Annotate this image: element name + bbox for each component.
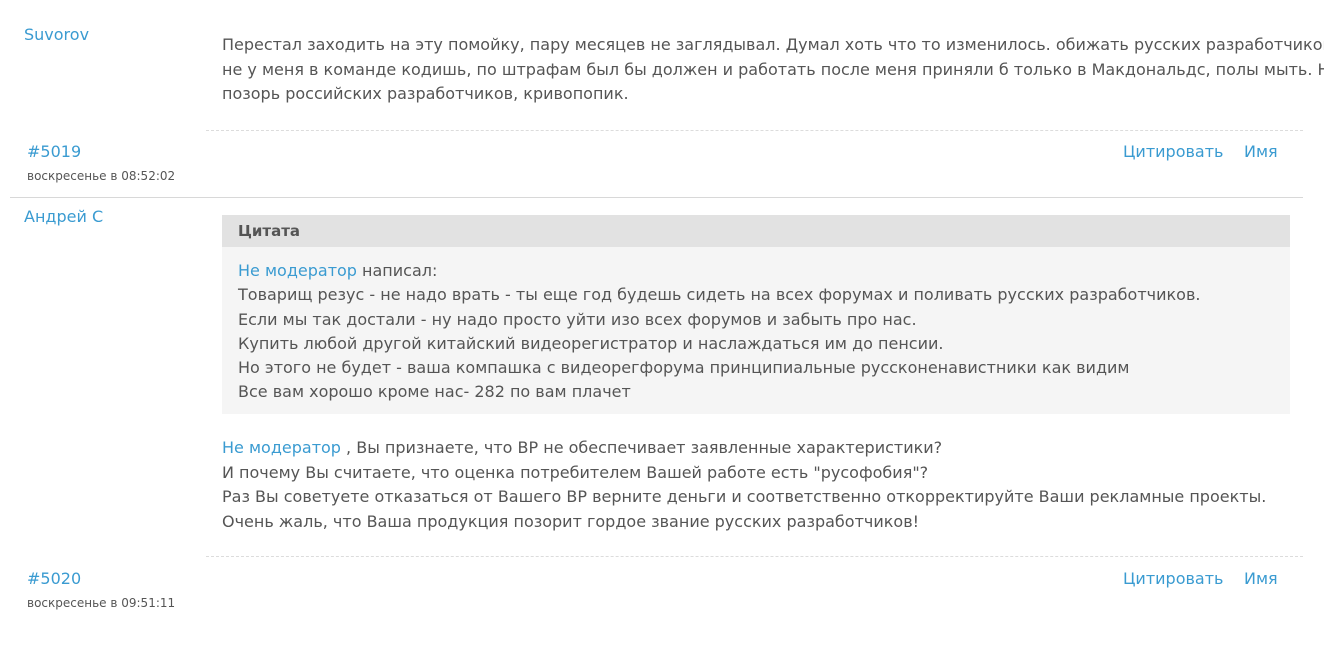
quote-button[interactable]: Цитировать bbox=[1123, 569, 1223, 588]
quote-text-line: Но этого не будет - ваша компашка с виде… bbox=[238, 358, 1130, 378]
name-button[interactable]: Имя bbox=[1244, 569, 1278, 588]
quote-title: Цитата bbox=[222, 215, 1290, 247]
post-text-line: позорь российских разработчиков, кривопо… bbox=[222, 84, 629, 103]
name-button[interactable]: Имя bbox=[1244, 142, 1278, 161]
post-text-line: не у меня в команде кодишь, по штрафам б… bbox=[222, 59, 1324, 79]
reply-line: Не модератор , Вы признаете, что ВР не о… bbox=[222, 436, 1290, 461]
quote-text-line: Все вам хорошо кроме нас- 282 по вам пла… bbox=[238, 382, 631, 402]
post-timestamp: воскресенье в 09:51:11 bbox=[27, 596, 176, 610]
post-divider bbox=[206, 130, 1303, 131]
post-text-line: Раз Вы советуете отказаться от Вашего ВР… bbox=[222, 487, 1267, 506]
post-divider bbox=[206, 556, 1303, 557]
quote-wrote-label: написал: bbox=[356, 261, 438, 280]
post-text-line: Перестал заходить на эту помойку, пару м… bbox=[222, 35, 1324, 54]
post-number-link[interactable]: #5020 bbox=[27, 569, 81, 588]
post-text-line: И почему Вы считаете, что оценка потреби… bbox=[222, 462, 929, 482]
post-text-line: Очень жаль, что Ваша продукция позорит г… bbox=[222, 511, 920, 531]
post-body: Перестал заходить на эту помойку, пару м… bbox=[222, 33, 1324, 107]
post-separator bbox=[10, 197, 1303, 198]
post-number-link[interactable]: #5019 bbox=[27, 142, 81, 161]
quoted-user-link[interactable]: Не модератор bbox=[238, 261, 357, 280]
quote-attribution: Не модератор написал: bbox=[238, 259, 1274, 283]
post-timestamp: воскресенье в 08:52:02 bbox=[27, 169, 176, 183]
post-author-link[interactable]: Андрей С bbox=[24, 207, 103, 226]
post-text-line: , Вы признаете, что ВР не обеспечивает з… bbox=[340, 438, 943, 457]
quote-text-line: Товарищ резус - не надо врать - ты еще г… bbox=[238, 285, 1201, 305]
forum-thread: Suvorov Перестал заходить на эту помойку… bbox=[0, 0, 1324, 656]
post-body: Не модератор , Вы признаете, что ВР не о… bbox=[222, 436, 1290, 534]
quote-text-line: Если мы так достали - ну надо просто уйт… bbox=[238, 309, 917, 329]
post-author-link[interactable]: Suvorov bbox=[24, 25, 89, 44]
quote-text-line: Купить любой другой китайский видеорегис… bbox=[238, 333, 944, 353]
quote-block: Цитата Не модератор написал: Товарищ рез… bbox=[222, 215, 1290, 414]
reply-to-user-link[interactable]: Не модератор bbox=[222, 438, 341, 457]
quote-button[interactable]: Цитировать bbox=[1123, 142, 1223, 161]
quote-body: Не модератор написал: Товарищ резус - не… bbox=[222, 247, 1290, 414]
